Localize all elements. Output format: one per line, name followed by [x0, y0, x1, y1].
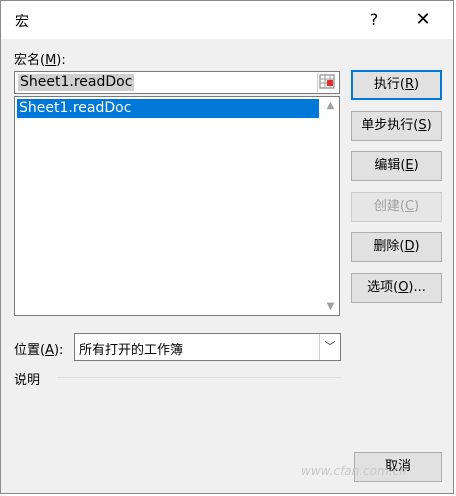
- run-button[interactable]: 执行(R): [351, 70, 442, 100]
- close-button[interactable]: ✕: [411, 9, 435, 31]
- description-label: 说明: [14, 373, 41, 388]
- chevron-down-icon[interactable]: ﹀: [319, 334, 340, 360]
- scroll-down-icon[interactable]: ▼: [322, 298, 339, 315]
- location-select[interactable]: 所有打开的工作簿 ﹀: [74, 333, 341, 361]
- macro-name-value: Sheet1.readDoc: [18, 74, 135, 91]
- range-picker-icon[interactable]: [317, 73, 337, 92]
- delete-button[interactable]: 删除(D): [351, 232, 442, 262]
- location-label: 位置(A):: [14, 343, 64, 358]
- list-item[interactable]: Sheet1.readDoc: [17, 99, 319, 118]
- window-title: 宏: [15, 14, 29, 30]
- scroll-up-icon[interactable]: ▲: [322, 97, 339, 114]
- list-scrollbar[interactable]: ▲ ▼: [322, 97, 339, 315]
- macro-name-input[interactable]: Sheet1.readDoc: [14, 71, 340, 94]
- description-divider: [57, 377, 341, 378]
- help-button[interactable]: ?: [362, 9, 386, 31]
- title-bar: 宏 ? ✕: [1, 1, 453, 39]
- watermark: www.cfan.com.cn: [301, 464, 407, 478]
- macro-dialog: 宏 ? ✕ 宏名(M): Sheet1.readDoc Sheet1.readD…: [0, 0, 454, 494]
- macro-list[interactable]: Sheet1.readDoc ▲ ▼: [14, 96, 340, 316]
- step-into-button[interactable]: 单步执行(S): [351, 111, 442, 141]
- create-button: 创建(C): [351, 192, 442, 222]
- options-button[interactable]: 选项(O)...: [351, 273, 442, 303]
- macro-name-label: 宏名(M):: [14, 53, 66, 68]
- location-value: 所有打开的工作簿: [79, 343, 184, 358]
- edit-button[interactable]: 编辑(E): [351, 151, 442, 181]
